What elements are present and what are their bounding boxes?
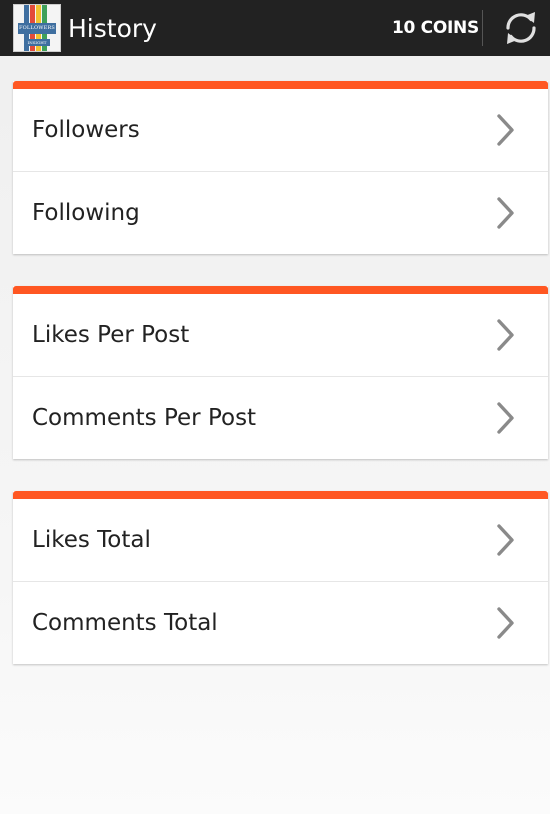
app-bar: FOLLOWERS INSIGHT History 10 COINS [0,0,550,56]
list-item-following[interactable]: Following [13,171,548,254]
chevron-right-icon [497,197,514,229]
history-screen: FOLLOWERS INSIGHT History 10 COINS Follo… [0,0,550,814]
app-bar-divider [482,10,483,46]
chevron-right-icon [497,402,514,434]
card-accent-bar [13,81,548,89]
logo-text-top: FOLLOWERS [18,23,56,34]
card-accent-bar [13,286,548,294]
list-item-followers[interactable]: Followers [13,89,548,171]
card-totals: Likes Total Comments Total [13,491,548,664]
list-item-comments-per-post[interactable]: Comments Per Post [13,376,548,459]
list-item-label: Likes Per Post [32,322,190,348]
list-item-label: Followers [32,117,140,143]
logo-text-bottom: INSIGHT [24,39,50,46]
chevron-right-icon [497,607,514,639]
app-logo[interactable]: FOLLOWERS INSIGHT [13,4,61,52]
list-item-comments-total[interactable]: Comments Total [13,581,548,664]
card-per-post: Likes Per Post Comments Per Post [13,286,548,459]
card-accent-bar [13,491,548,499]
chevron-right-icon [497,524,514,556]
list-item-label: Following [32,200,140,226]
chevron-right-icon [497,319,514,351]
list-item-likes-total[interactable]: Likes Total [13,499,548,581]
list-item-likes-per-post[interactable]: Likes Per Post [13,294,548,376]
page-title: History [68,13,157,43]
list-item-label: Comments Total [32,610,218,636]
list-item-label: Likes Total [32,527,151,553]
list-item-label: Comments Per Post [32,405,257,431]
chevron-right-icon [497,114,514,146]
coins-counter[interactable]: 10 COINS [392,0,479,56]
card-followers: Followers Following [13,81,548,254]
refresh-button[interactable] [500,7,542,49]
refresh-icon [506,12,536,44]
